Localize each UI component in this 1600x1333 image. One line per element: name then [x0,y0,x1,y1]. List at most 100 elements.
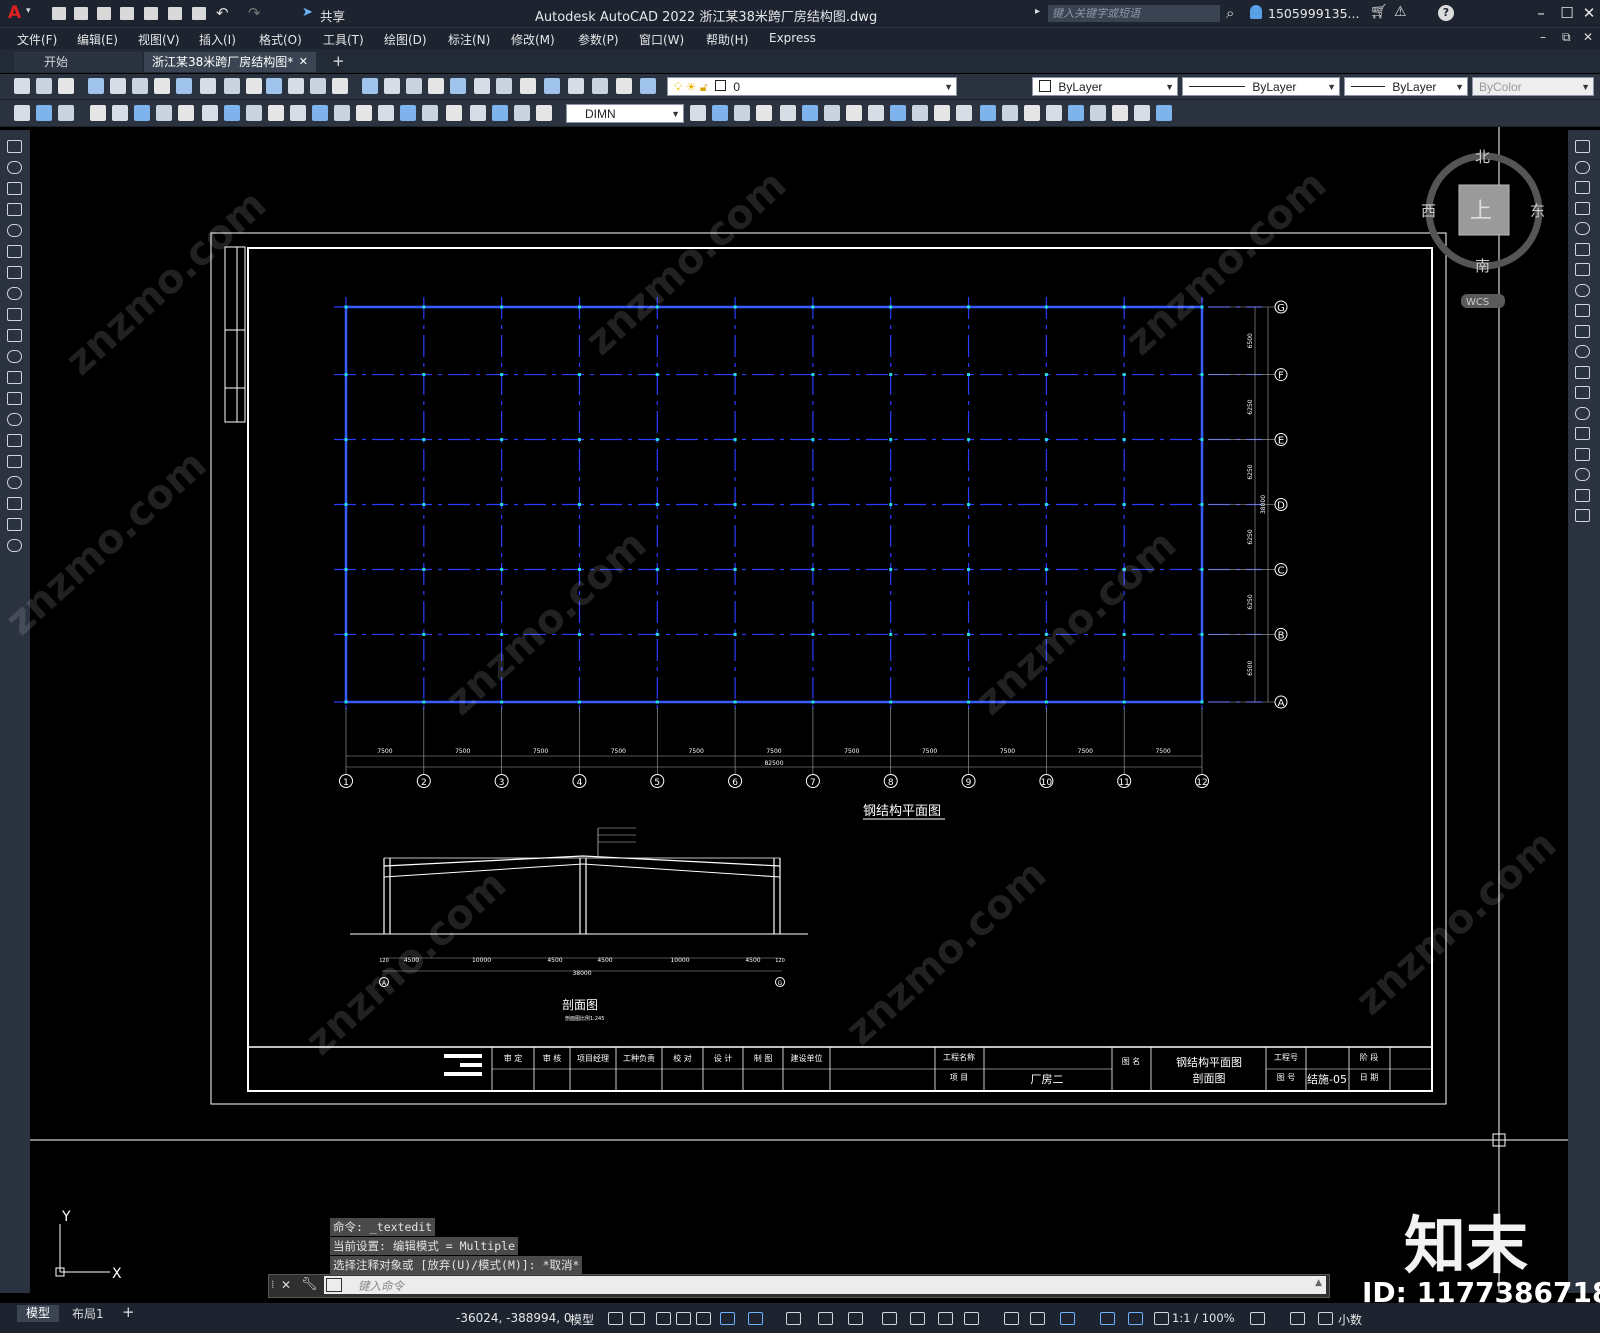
modify-tool-16-icon[interactable] [1575,447,1590,461]
dimension-tool-40-icon[interactable] [1024,105,1040,121]
modify-tool-5-icon[interactable] [1575,222,1590,235]
compass-west[interactable]: 西 [1421,202,1436,220]
dimension-tool-39-icon[interactable] [1002,105,1018,121]
dimension-tool-41-icon[interactable] [1046,105,1062,121]
cart-icon[interactable]: 🛒︎ [1370,4,1388,20]
save-to-web-icon[interactable] [168,7,182,20]
menu-window[interactable]: 窗口(W) [639,31,684,48]
dimension-tool-9-icon[interactable] [202,105,218,121]
dimension-tool-14-icon[interactable] [312,105,328,121]
viewcube[interactable]: 上 北 南 东 西 WCS [1421,148,1545,308]
modify-tool-1-icon[interactable] [1575,140,1590,153]
dimension-tool-36-icon[interactable] [934,105,950,121]
close-tab-icon[interactable]: ✕ [299,52,308,72]
dimension-tool-20-icon[interactable] [446,105,462,121]
customize-icon[interactable]: 🔧︎ [301,1277,318,1292]
dimension-tool-31-icon[interactable] [824,105,840,121]
toolbar-tool-20-icon[interactable] [450,78,466,94]
dimension-tool-46-icon[interactable] [1156,105,1172,121]
command-scroll-icon[interactable]: ▲ [1315,1278,1322,1288]
toolbar-tool-8-icon[interactable] [176,78,192,94]
dimension-tool-10-icon[interactable] [224,105,240,121]
dimension-tool-37-icon[interactable] [956,105,972,121]
dimension-tool-44-icon[interactable] [1112,105,1128,121]
dimension-tool-3-icon[interactable] [58,105,74,121]
status-toggle-21-icon[interactable] [1250,1312,1265,1325]
compass-east[interactable]: 东 [1530,202,1545,220]
status-toggle-15-icon[interactable] [1004,1312,1019,1325]
status-toggle-17-icon[interactable] [1060,1312,1075,1325]
toolbar-tool-6-icon[interactable] [132,78,148,94]
modify-tool-10-icon[interactable] [1575,324,1590,338]
dimension-tool-19-icon[interactable] [422,105,438,121]
dimension-tool-17-icon[interactable] [378,105,394,121]
toolbar-tool-18-icon[interactable] [406,78,422,94]
collaborate-icon[interactable]: ⚠︎ [1394,4,1407,20]
status-toggle-12-icon[interactable] [910,1312,925,1325]
command-input[interactable]: 键入命令 ▲ [324,1276,1326,1294]
draw-tool-9-icon[interactable] [7,308,22,321]
search-icon[interactable]: ⌕ [1226,4,1234,22]
annotation-scale[interactable]: 1:1 / 100% [1172,1311,1235,1325]
modify-tool-7-icon[interactable] [1575,263,1590,276]
status-toggle-5-icon[interactable] [696,1312,711,1325]
dimension-tool-2-icon[interactable] [36,105,52,121]
toolbar-tool-2-icon[interactable] [36,78,52,94]
toolbar-tool-12-icon[interactable] [266,78,282,94]
draw-tool-8-icon[interactable] [7,287,22,300]
open-file-icon[interactable] [74,7,88,20]
undo-icon[interactable]: ↶ [216,4,229,22]
color-dropdown[interactable]: ByLayer ▼ [1032,77,1178,96]
open-from-web-icon[interactable] [144,7,158,20]
status-toggle-22-icon[interactable] [1290,1312,1305,1325]
draw-tool-17-icon[interactable] [7,476,22,489]
user-name[interactable]: 1505999135... [1268,6,1359,21]
redo-icon[interactable]: ↷ [248,4,261,22]
toolbar-tool-7-icon[interactable] [154,78,170,94]
maximize-button[interactable]: ☐ [1556,4,1578,22]
toolbar-tool-27-icon[interactable] [616,78,632,94]
toolbar-tool-16-icon[interactable] [362,78,378,94]
dimension-tool-32-icon[interactable] [846,105,862,121]
toolbar-tool-24-icon[interactable] [544,78,560,94]
help-icon[interactable]: ? [1438,5,1454,21]
dimstyle-dropdown[interactable]: DIMN ▼ [566,104,684,123]
draw-tool-20-icon[interactable] [7,539,22,552]
new-file-icon[interactable] [52,7,66,20]
linetype-dropdown[interactable]: ByLayer ▼ [1182,77,1340,96]
autocad-logo[interactable]: A [8,3,21,23]
dimension-tool-5-icon[interactable] [112,105,128,121]
close-window-button[interactable]: ✕ [1578,4,1600,22]
doc-restore-button[interactable]: ⧉ [1562,30,1571,45]
toolbar-tool-21-icon[interactable] [474,78,490,94]
lineweight-dropdown[interactable]: ByLayer ▼ [1344,77,1468,96]
dimension-tool-7-icon[interactable] [156,105,172,121]
draw-tool-1-icon[interactable] [7,140,22,153]
dimension-tool-25-icon[interactable] [690,105,706,121]
tab-start[interactable]: 开始 [14,52,142,72]
toolbar-tool-17-icon[interactable] [384,78,400,94]
toolbar-tool-9-icon[interactable] [200,78,216,94]
menu-help[interactable]: 帮助(H) [706,31,748,48]
dimension-tool-27-icon[interactable] [734,105,750,121]
tab-layout1[interactable]: 布局1 [70,1305,106,1322]
toolbar-tool-23-icon[interactable] [520,78,536,94]
menu-edit[interactable]: 编辑(E) [77,31,118,48]
save-icon[interactable] [97,7,111,20]
command-grip-icon[interactable]: ⁞ [271,1278,275,1291]
menu-file[interactable]: 文件(F) [17,31,57,48]
dimension-tool-24-icon[interactable] [536,105,552,121]
compass-south[interactable]: 南 [1475,257,1490,275]
menu-parametric[interactable]: 参数(P) [578,31,619,48]
menu-view[interactable]: 视图(V) [138,31,180,48]
dimension-tool-13-icon[interactable] [290,105,306,121]
toolbar-tool-4-icon[interactable] [88,78,104,94]
dimension-tool-16-icon[interactable] [356,105,372,121]
dimension-tool-28-icon[interactable] [756,105,772,121]
draw-tool-2-icon[interactable] [7,161,22,174]
toolbar-tool-13-icon[interactable] [288,78,304,94]
dimension-tool-43-icon[interactable] [1090,105,1106,121]
draw-tool-3-icon[interactable] [7,182,22,195]
toolbar-tool-25-icon[interactable] [568,78,584,94]
tab-model[interactable]: 模型 [17,1305,60,1322]
